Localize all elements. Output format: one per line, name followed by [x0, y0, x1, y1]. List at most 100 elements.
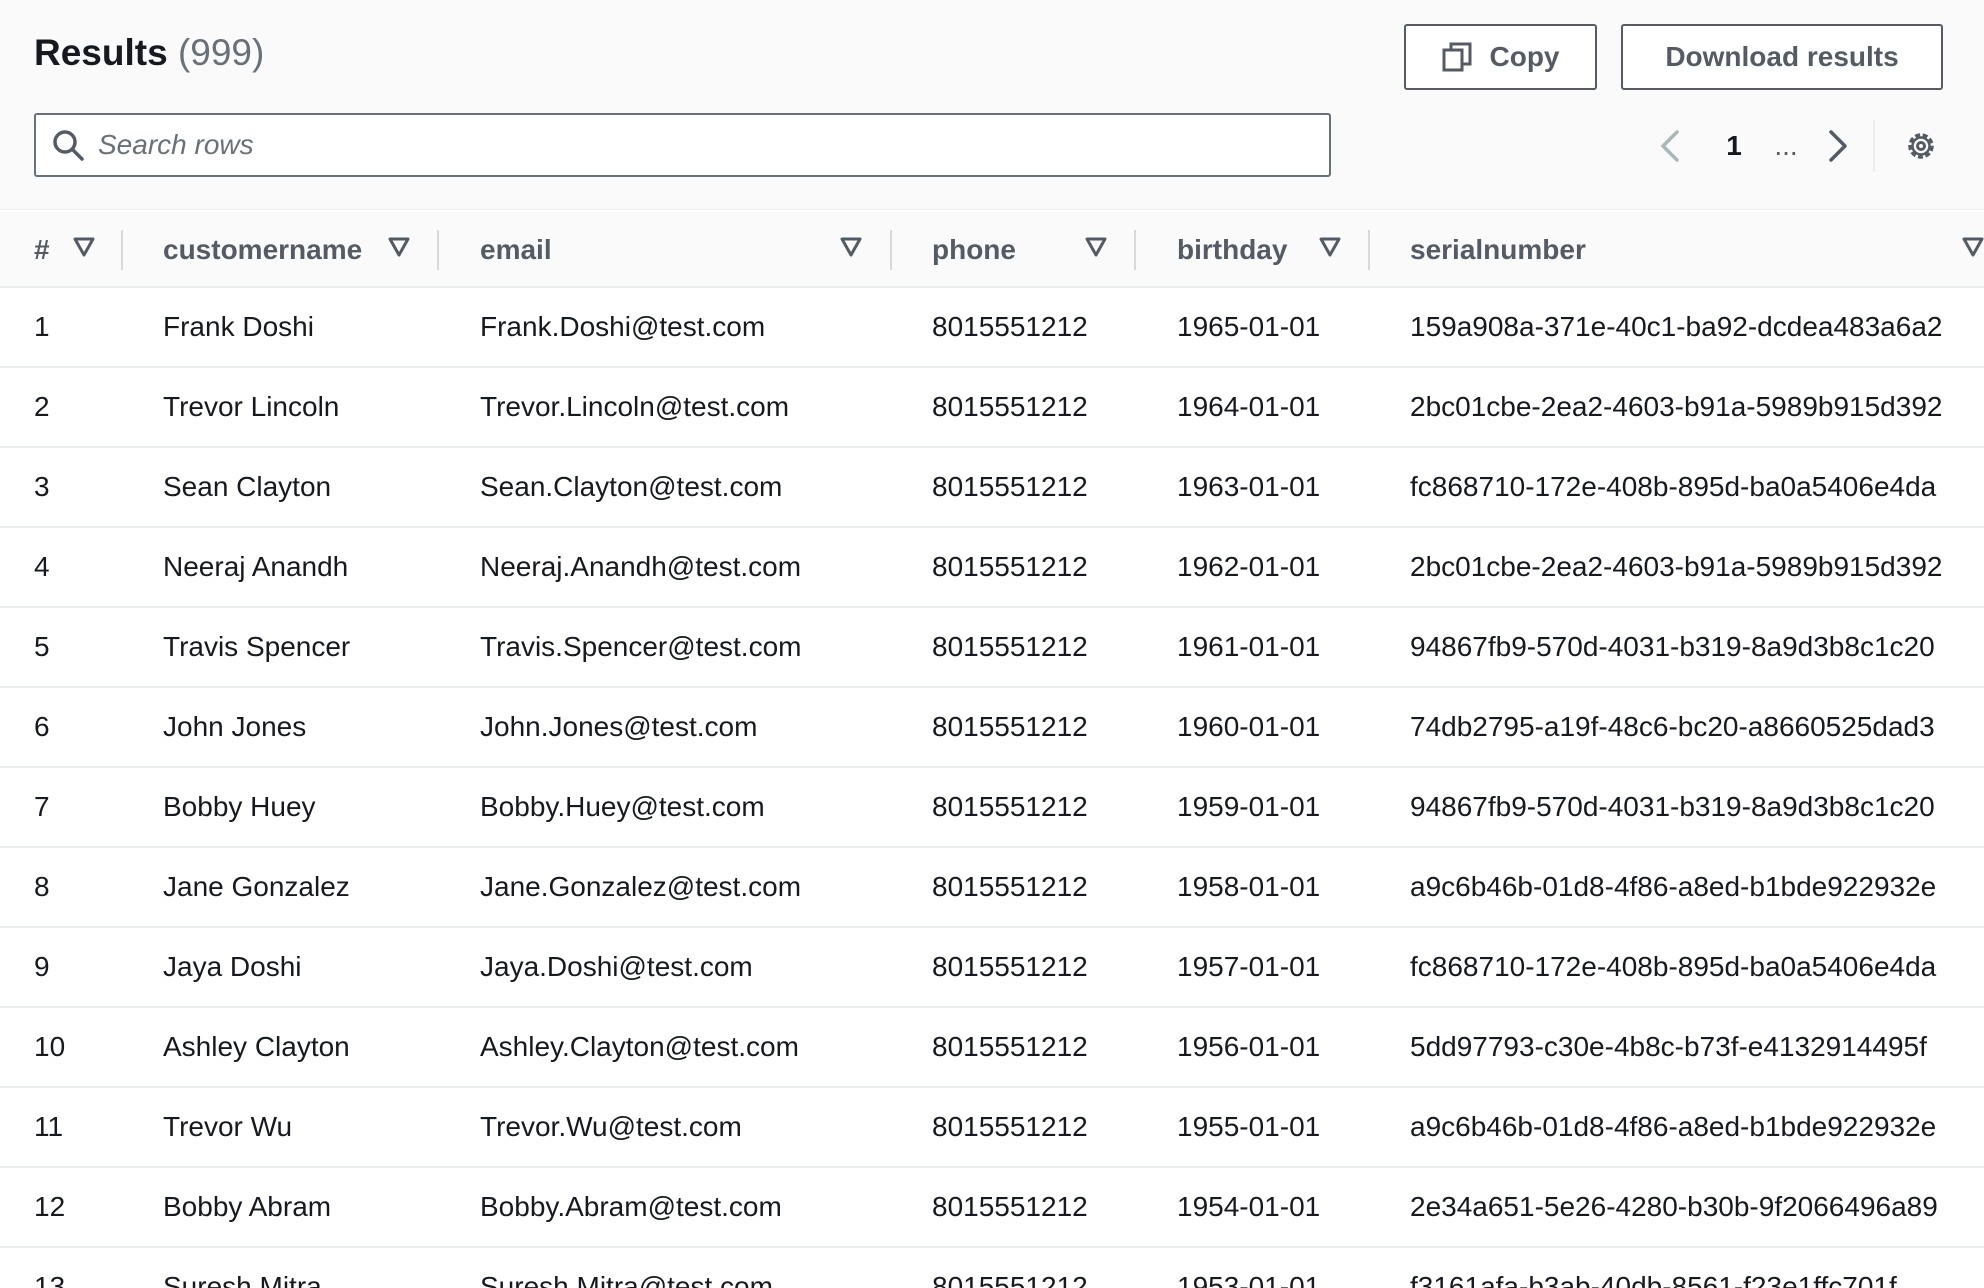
column-resizer[interactable] [1134, 230, 1136, 270]
cell-birthday: 1958-01-01 [1177, 871, 1321, 902]
next-page-button[interactable] [1818, 118, 1858, 174]
cell-phone: 8015551212 [932, 1271, 1088, 1288]
column-resizer[interactable] [890, 230, 892, 270]
cell-phone: 8015551212 [932, 1031, 1088, 1062]
table-row[interactable]: 6 John Jones John.Jones@test.com 8015551… [0, 688, 1984, 768]
cell-phone: 8015551212 [932, 311, 1088, 342]
cell-email: John.Jones@test.com [480, 711, 758, 742]
cell-serialnumber: 2e34a651-5e26-4280-b30b-9f2066496a89 [1410, 1191, 1938, 1222]
preferences-button[interactable] [1896, 118, 1946, 174]
cell-index: 2 [34, 391, 50, 422]
cell-serialnumber: fc868710-172e-408b-895d-ba0a5406e4da [1410, 951, 1937, 982]
cell-phone: 8015551212 [932, 951, 1088, 982]
cell-phone: 8015551212 [932, 1191, 1088, 1222]
sort-caret-down-icon[interactable] [388, 236, 410, 258]
cell-serialnumber: 5dd97793-c30e-4b8c-b73f-e4132914495f [1410, 1031, 1927, 1062]
cell-email: Ashley.Clayton@test.com [480, 1031, 799, 1062]
cell-phone: 8015551212 [932, 631, 1088, 662]
copy-button[interactable]: Copy [1404, 24, 1597, 90]
column-header-birthday[interactable]: birthday [1177, 212, 1287, 288]
search-field[interactable] [34, 113, 1331, 177]
page-number-1[interactable]: 1 [1710, 118, 1758, 174]
column-resizer[interactable] [1368, 230, 1370, 270]
page-ellipsis: ... [1774, 130, 1798, 161]
cell-birthday: 1954-01-01 [1177, 1191, 1321, 1222]
table-row[interactable]: 9 Jaya Doshi Jaya.Doshi@test.com 8015551… [0, 928, 1984, 1008]
cell-customername: Jane Gonzalez [163, 871, 350, 902]
cell-email: Trevor.Wu@test.com [480, 1111, 742, 1142]
cell-customername: Jaya Doshi [163, 951, 302, 982]
column-resizer[interactable] [437, 230, 439, 270]
cell-email: Bobby.Abram@test.com [480, 1191, 782, 1222]
cell-phone: 8015551212 [932, 711, 1088, 742]
cell-index: 11 [34, 1111, 64, 1142]
table-row[interactable]: 4 Neeraj Anandh Neeraj.Anandh@test.com 8… [0, 528, 1984, 608]
cell-serialnumber: 159a908a-371e-40c1-ba92-dcdea483a6a2 [1410, 311, 1943, 342]
results-panel: Results (999) Copy Download results Sear… [0, 0, 1984, 1288]
cell-serialnumber: 94867fb9-570d-4031-b319-8a9d3b8c1c20 [1410, 791, 1935, 822]
table-row[interactable]: 3 Sean Clayton Sean.Clayton@test.com 801… [0, 448, 1984, 528]
cell-birthday: 1957-01-01 [1177, 951, 1321, 982]
results-count: (999) [177, 32, 265, 73]
cell-serialnumber: 2bc01cbe-2ea2-4603-b91a-5989b915d392 [1410, 551, 1943, 582]
cell-index: 8 [34, 871, 50, 902]
table-row[interactable]: 7 Bobby Huey Bobby.Huey@test.com 8015551… [0, 768, 1984, 848]
cell-customername: Bobby Abram [163, 1191, 332, 1222]
cell-customername: Sean Clayton [163, 471, 332, 502]
cell-index: 10 [34, 1031, 66, 1062]
cell-serialnumber: fc868710-172e-408b-895d-ba0a5406e4da [1410, 471, 1937, 502]
gear-icon [1908, 133, 1934, 159]
cell-email: Jane.Gonzalez@test.com [480, 871, 802, 902]
table-row[interactable]: 11 Trevor Wu Trevor.Wu@test.com 80155512… [0, 1088, 1984, 1168]
cell-customername: Frank Doshi [163, 311, 314, 342]
cell-serialnumber: 94867fb9-570d-4031-b319-8a9d3b8c1c20 [1410, 631, 1935, 662]
cell-phone: 8015551212 [932, 791, 1088, 822]
chevron-right-icon [1829, 130, 1847, 162]
download-results-button[interactable]: Download results [1621, 24, 1943, 90]
cell-email: Neeraj.Anandh@test.com [480, 551, 802, 582]
cell-serialnumber: 74db2795-a19f-48c6-bc20-a8660525dad3 [1410, 711, 1935, 742]
column-header-index[interactable]: # [34, 212, 50, 288]
table-row[interactable]: 1 Frank Doshi Frank.Doshi@test.com 80155… [0, 288, 1984, 368]
sort-caret-down-icon[interactable] [73, 236, 95, 258]
cell-birthday: 1960-01-01 [1177, 711, 1321, 742]
table-row[interactable]: 8 Jane Gonzalez Jane.Gonzalez@test.com 8… [0, 848, 1984, 928]
cell-email: Suresh.Mitra@test.com [480, 1271, 773, 1288]
cell-birthday: 1956-01-01 [1177, 1031, 1321, 1062]
sort-caret-down-icon[interactable] [1085, 236, 1107, 258]
column-header-phone[interactable]: phone [932, 212, 1016, 288]
cell-birthday: 1962-01-01 [1177, 551, 1321, 582]
cell-customername: John Jones [163, 711, 307, 742]
cell-index: 13 [34, 1271, 66, 1288]
table-body: 1 Frank Doshi Frank.Doshi@test.com 80155… [0, 288, 1984, 1288]
cell-index: 9 [34, 951, 50, 982]
sort-caret-down-icon[interactable] [840, 236, 862, 258]
column-header-email[interactable]: email [480, 212, 552, 288]
copy-icon [1442, 42, 1471, 72]
cell-phone: 8015551212 [932, 551, 1088, 582]
column-header-customername[interactable]: customername [163, 212, 362, 288]
table-row[interactable]: 10 Ashley Clayton Ashley.Clayton@test.co… [0, 1008, 1984, 1088]
table-row[interactable]: 12 Bobby Abram Bobby.Abram@test.com 8015… [0, 1168, 1984, 1248]
column-resizer[interactable] [121, 230, 123, 270]
cell-serialnumber: f3161afa-b3ab-40db-8561-f23e1ffc701f [1410, 1271, 1897, 1288]
previous-page-button[interactable] [1650, 118, 1690, 174]
table-row[interactable]: 13 Suresh Mitra Suresh.Mitra@test.com 80… [0, 1248, 1984, 1288]
sort-caret-down-icon[interactable] [1962, 236, 1984, 258]
cell-email: Sean.Clayton@test.com [480, 471, 783, 502]
sort-caret-down-icon[interactable] [1319, 236, 1341, 258]
cell-customername: Suresh Mitra [163, 1271, 322, 1288]
cell-customername: Trevor Wu [163, 1111, 293, 1142]
chevron-left-icon [1661, 130, 1679, 162]
cell-birthday: 1955-01-01 [1177, 1111, 1321, 1142]
copy-button-label: Copy [1489, 41, 1560, 72]
cell-customername: Trevor Lincoln [163, 391, 340, 422]
cell-customername: Ashley Clayton [163, 1031, 350, 1062]
results-title-label: Results [34, 32, 168, 73]
table-row[interactable]: 2 Trevor Lincoln Trevor.Lincoln@test.com… [0, 368, 1984, 448]
column-header-serialnumber[interactable]: serialnumber [1410, 212, 1586, 288]
search-input[interactable] [98, 117, 1298, 173]
table-row[interactable]: 5 Travis Spencer Travis.Spencer@test.com… [0, 608, 1984, 688]
cell-email: Trevor.Lincoln@test.com [480, 391, 790, 422]
cell-birthday: 1959-01-01 [1177, 791, 1321, 822]
